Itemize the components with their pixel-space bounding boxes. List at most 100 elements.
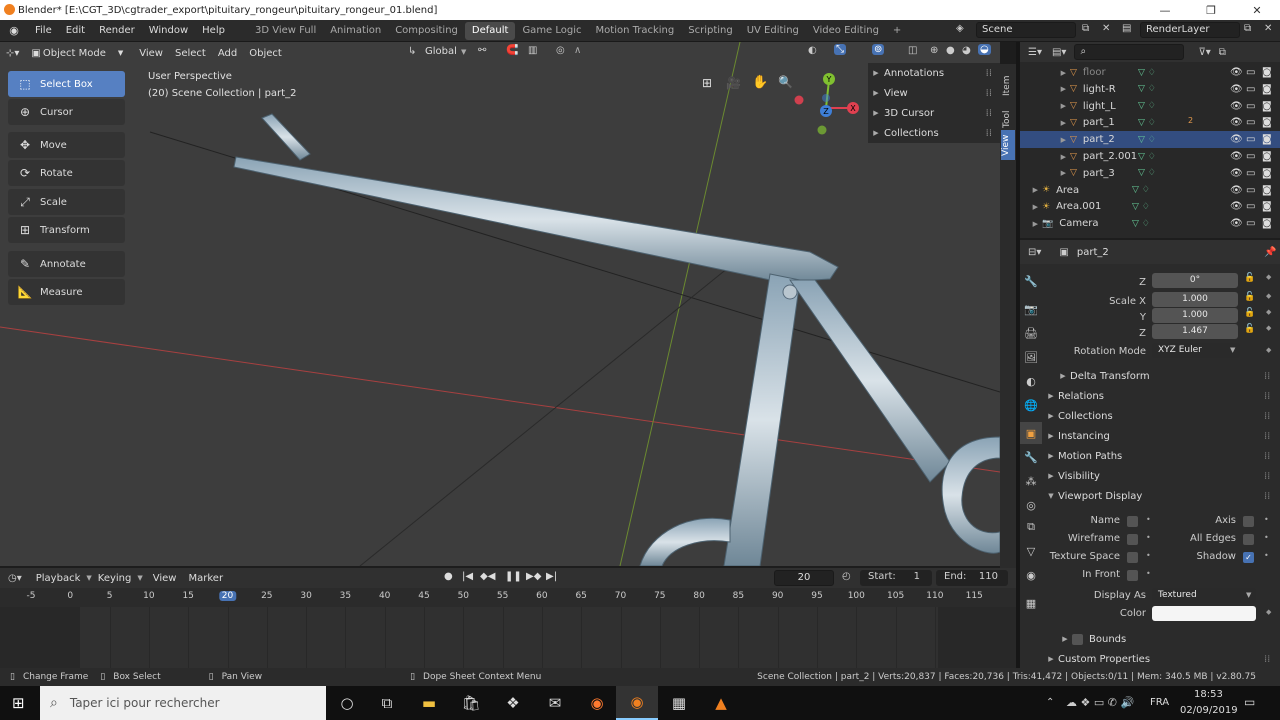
cortana-icon[interactable]: ○ <box>326 686 368 720</box>
physics-icon[interactable]: ◎ <box>1020 494 1042 516</box>
tool-scale[interactable]: ⤢ Scale <box>8 189 125 215</box>
snap-icon[interactable]: 🧲 <box>506 45 518 56</box>
record-icon[interactable]: ● <box>444 571 453 582</box>
drag-handle-icon[interactable]: ⁞⁞ <box>1264 391 1270 402</box>
vlc-icon[interactable]: ▲ <box>700 686 742 720</box>
tray-chevron-icon[interactable]: ⌃ <box>1046 697 1054 708</box>
checkbox[interactable] <box>1127 534 1138 545</box>
workspace-tab[interactable]: Game Logic <box>515 22 588 40</box>
shading-wireframe-icon[interactable]: ⊕ <box>930 45 938 56</box>
display-as-dropdown[interactable]: Textured <box>1152 588 1256 603</box>
end-frame-field[interactable]: End: 110 <box>936 570 1008 586</box>
workspace-tab-active[interactable]: Default <box>464 21 516 40</box>
expand-icon[interactable]: ▶ <box>1020 203 1042 211</box>
panel-delta[interactable]: ▶ Delta Transform ⁞⁞ <box>1056 367 1270 385</box>
object-mode-dropdown[interactable]: Object Mode <box>43 48 112 59</box>
menu-window[interactable]: Window <box>142 25 195 36</box>
view-layer-icon[interactable]: 🖼 <box>1020 346 1042 368</box>
expand-icon[interactable]: ▶ <box>1020 102 1070 110</box>
transform-field[interactable]: 1.467 <box>1152 324 1238 339</box>
shading-material-icon[interactable]: ◕ <box>962 45 971 56</box>
panel-viewport_display[interactable]: ▼ Viewport Display ⁞⁞ <box>1044 487 1270 505</box>
sidebar-section-annotations[interactable]: ▶ Annotations ⁞⁞ <box>868 63 1000 83</box>
outliner-row[interactable]: ▶ 📷 Camera ▽ ♢ 👁 ▭ ◙ <box>1020 215 1280 232</box>
panel-custom[interactable]: ▶ Custom Properties ⁞⁞ <box>1044 650 1270 668</box>
viewport-menu-object[interactable]: Object <box>243 48 288 59</box>
drag-handle-icon[interactable]: ⁞⁞ <box>1264 491 1270 502</box>
next-keyframe-icon[interactable]: ▶◆ <box>526 571 541 582</box>
tab-tool[interactable]: Tool <box>1002 100 1014 128</box>
viewport-toggle-icon[interactable]: ▭ <box>1246 67 1255 78</box>
timeline-menu-marker[interactable]: Marker <box>182 573 229 584</box>
drag-handle-icon[interactable]: ⁞⁞ <box>1264 431 1270 442</box>
viewport-menu-add[interactable]: Add <box>212 48 243 59</box>
viewport-toggle-icon[interactable]: ▭ <box>1246 151 1255 162</box>
keyframe-dot-icon[interactable]: • <box>1146 551 1151 560</box>
timeline-menu-view[interactable]: View <box>147 573 183 584</box>
minimize-button[interactable]: — <box>1142 0 1188 20</box>
windows-start-icon[interactable]: ⊞ <box>12 694 25 712</box>
viewport-toggle-icon[interactable]: ▭ <box>1246 101 1255 112</box>
orientation-dropdown[interactable]: Global <box>425 46 457 57</box>
outliner-row[interactable]: ▶ ▽ part_2 ▽ ♢ 👁 ▭ ◙ <box>1020 131 1280 149</box>
visibility-eye-icon[interactable]: 👁 <box>1230 134 1243 145</box>
workspace-tab[interactable]: Scripting <box>681 22 739 40</box>
workspace-tab[interactable]: 3D View Full <box>248 22 323 40</box>
keyframe-dot-icon[interactable]: • <box>1264 551 1269 560</box>
new-collection-icon[interactable]: ⧉ <box>1219 47 1226 58</box>
drag-handle-icon[interactable]: ⁞⁞ <box>1264 471 1270 482</box>
timeline-body[interactable] <box>0 607 1016 668</box>
render-toggle-icon[interactable]: ◙ <box>1262 185 1272 196</box>
shading-rendered-icon[interactable]: ◒ <box>978 44 991 55</box>
transform-field[interactable]: 1.000 <box>1152 308 1238 323</box>
keyframe-dot-icon[interactable]: ◆ <box>1266 346 1271 354</box>
language-indicator[interactable]: FRA <box>1150 697 1169 708</box>
display-mode-icon[interactable]: ▤▾ <box>1052 47 1066 58</box>
render-toggle-icon[interactable]: ◙ <box>1262 201 1272 212</box>
tool-annotate[interactable]: ✎ Annotate <box>8 251 125 277</box>
viewport-menu-view[interactable]: View <box>133 48 169 59</box>
drag-handle-icon[interactable]: ⁞⁞ <box>1264 451 1270 462</box>
clock-date[interactable]: 02/09/2019 <box>1180 705 1238 716</box>
viewport-toggle-icon[interactable]: ▭ <box>1246 134 1255 145</box>
prev-keyframe-icon[interactable]: ◆◀ <box>480 571 495 582</box>
keyframe-dot-icon[interactable]: • <box>1146 515 1151 524</box>
timeline-menu-playback[interactable]: Playback <box>30 573 87 584</box>
render-toggle-icon[interactable]: ◙ <box>1262 67 1272 78</box>
grid-view-icon[interactable]: ⊞ <box>702 76 712 90</box>
tool-measure[interactable]: 📐 Measure <box>8 279 125 305</box>
render-toggle-icon[interactable]: ◙ <box>1262 134 1272 145</box>
expand-icon[interactable]: ▶ <box>1020 119 1070 127</box>
overlay-toggle-icon[interactable]: ⊚ <box>872 44 885 55</box>
panel-1[interactable]: ▶ Collections ⁞⁞ <box>1044 407 1270 425</box>
texture-icon[interactable]: ▦ <box>1020 592 1042 614</box>
checkbox[interactable] <box>1127 570 1138 581</box>
outliner-row[interactable]: ▶ ▽ part_3 ▽ ♢ 👁 ▭ ◙ <box>1020 165 1280 182</box>
visibility-eye-icon[interactable]: 👁 <box>1230 101 1243 112</box>
start-frame-field[interactable]: Start: 1 <box>860 570 932 586</box>
workspace-tab[interactable]: UV Editing <box>740 22 806 40</box>
panel-bounds[interactable]: ▶ Bounds <box>1058 630 1126 648</box>
render-toggle-icon[interactable]: ◙ <box>1262 218 1272 229</box>
menu-render[interactable]: Render <box>92 25 142 36</box>
new-scene-icon[interactable]: ⧉ <box>1082 23 1089 34</box>
tool-transform[interactable]: ⊞ Transform <box>8 217 125 243</box>
lock-icon[interactable]: 🔓 <box>1244 324 1255 334</box>
visibility-eye-icon[interactable]: 👁 <box>1230 168 1243 179</box>
taskbar-search[interactable]: ⌕ Taper ici pour rechercher <box>40 686 326 720</box>
keyframe-dot-icon[interactable]: • <box>1146 569 1151 578</box>
visibility-eye-icon[interactable]: 👁 <box>1230 218 1243 229</box>
lock-icon[interactable]: 🔓 <box>1244 273 1255 283</box>
lock-icon[interactable]: 🔓 <box>1244 292 1255 302</box>
color-swatch[interactable] <box>1152 606 1256 621</box>
expand-icon[interactable]: ▶ <box>1020 136 1070 144</box>
falloff-icon[interactable]: ∧ <box>574 45 581 56</box>
modifier-icon[interactable]: 🔧 <box>1020 446 1042 468</box>
visibility-icon[interactable]: ◐ <box>808 45 817 56</box>
outliner-row[interactable]: ▶ ☀ Area ▽ ♢ 👁 ▭ ◙ <box>1020 182 1280 199</box>
drag-handle-icon[interactable]: ⁞⁞ <box>986 68 992 79</box>
workspace-tab[interactable]: Video Editing <box>806 22 886 40</box>
keyframe-dot-icon[interactable]: • <box>1146 533 1151 542</box>
render-toggle-icon[interactable]: ◙ <box>1262 168 1272 179</box>
visibility-eye-icon[interactable]: 👁 <box>1230 201 1243 212</box>
